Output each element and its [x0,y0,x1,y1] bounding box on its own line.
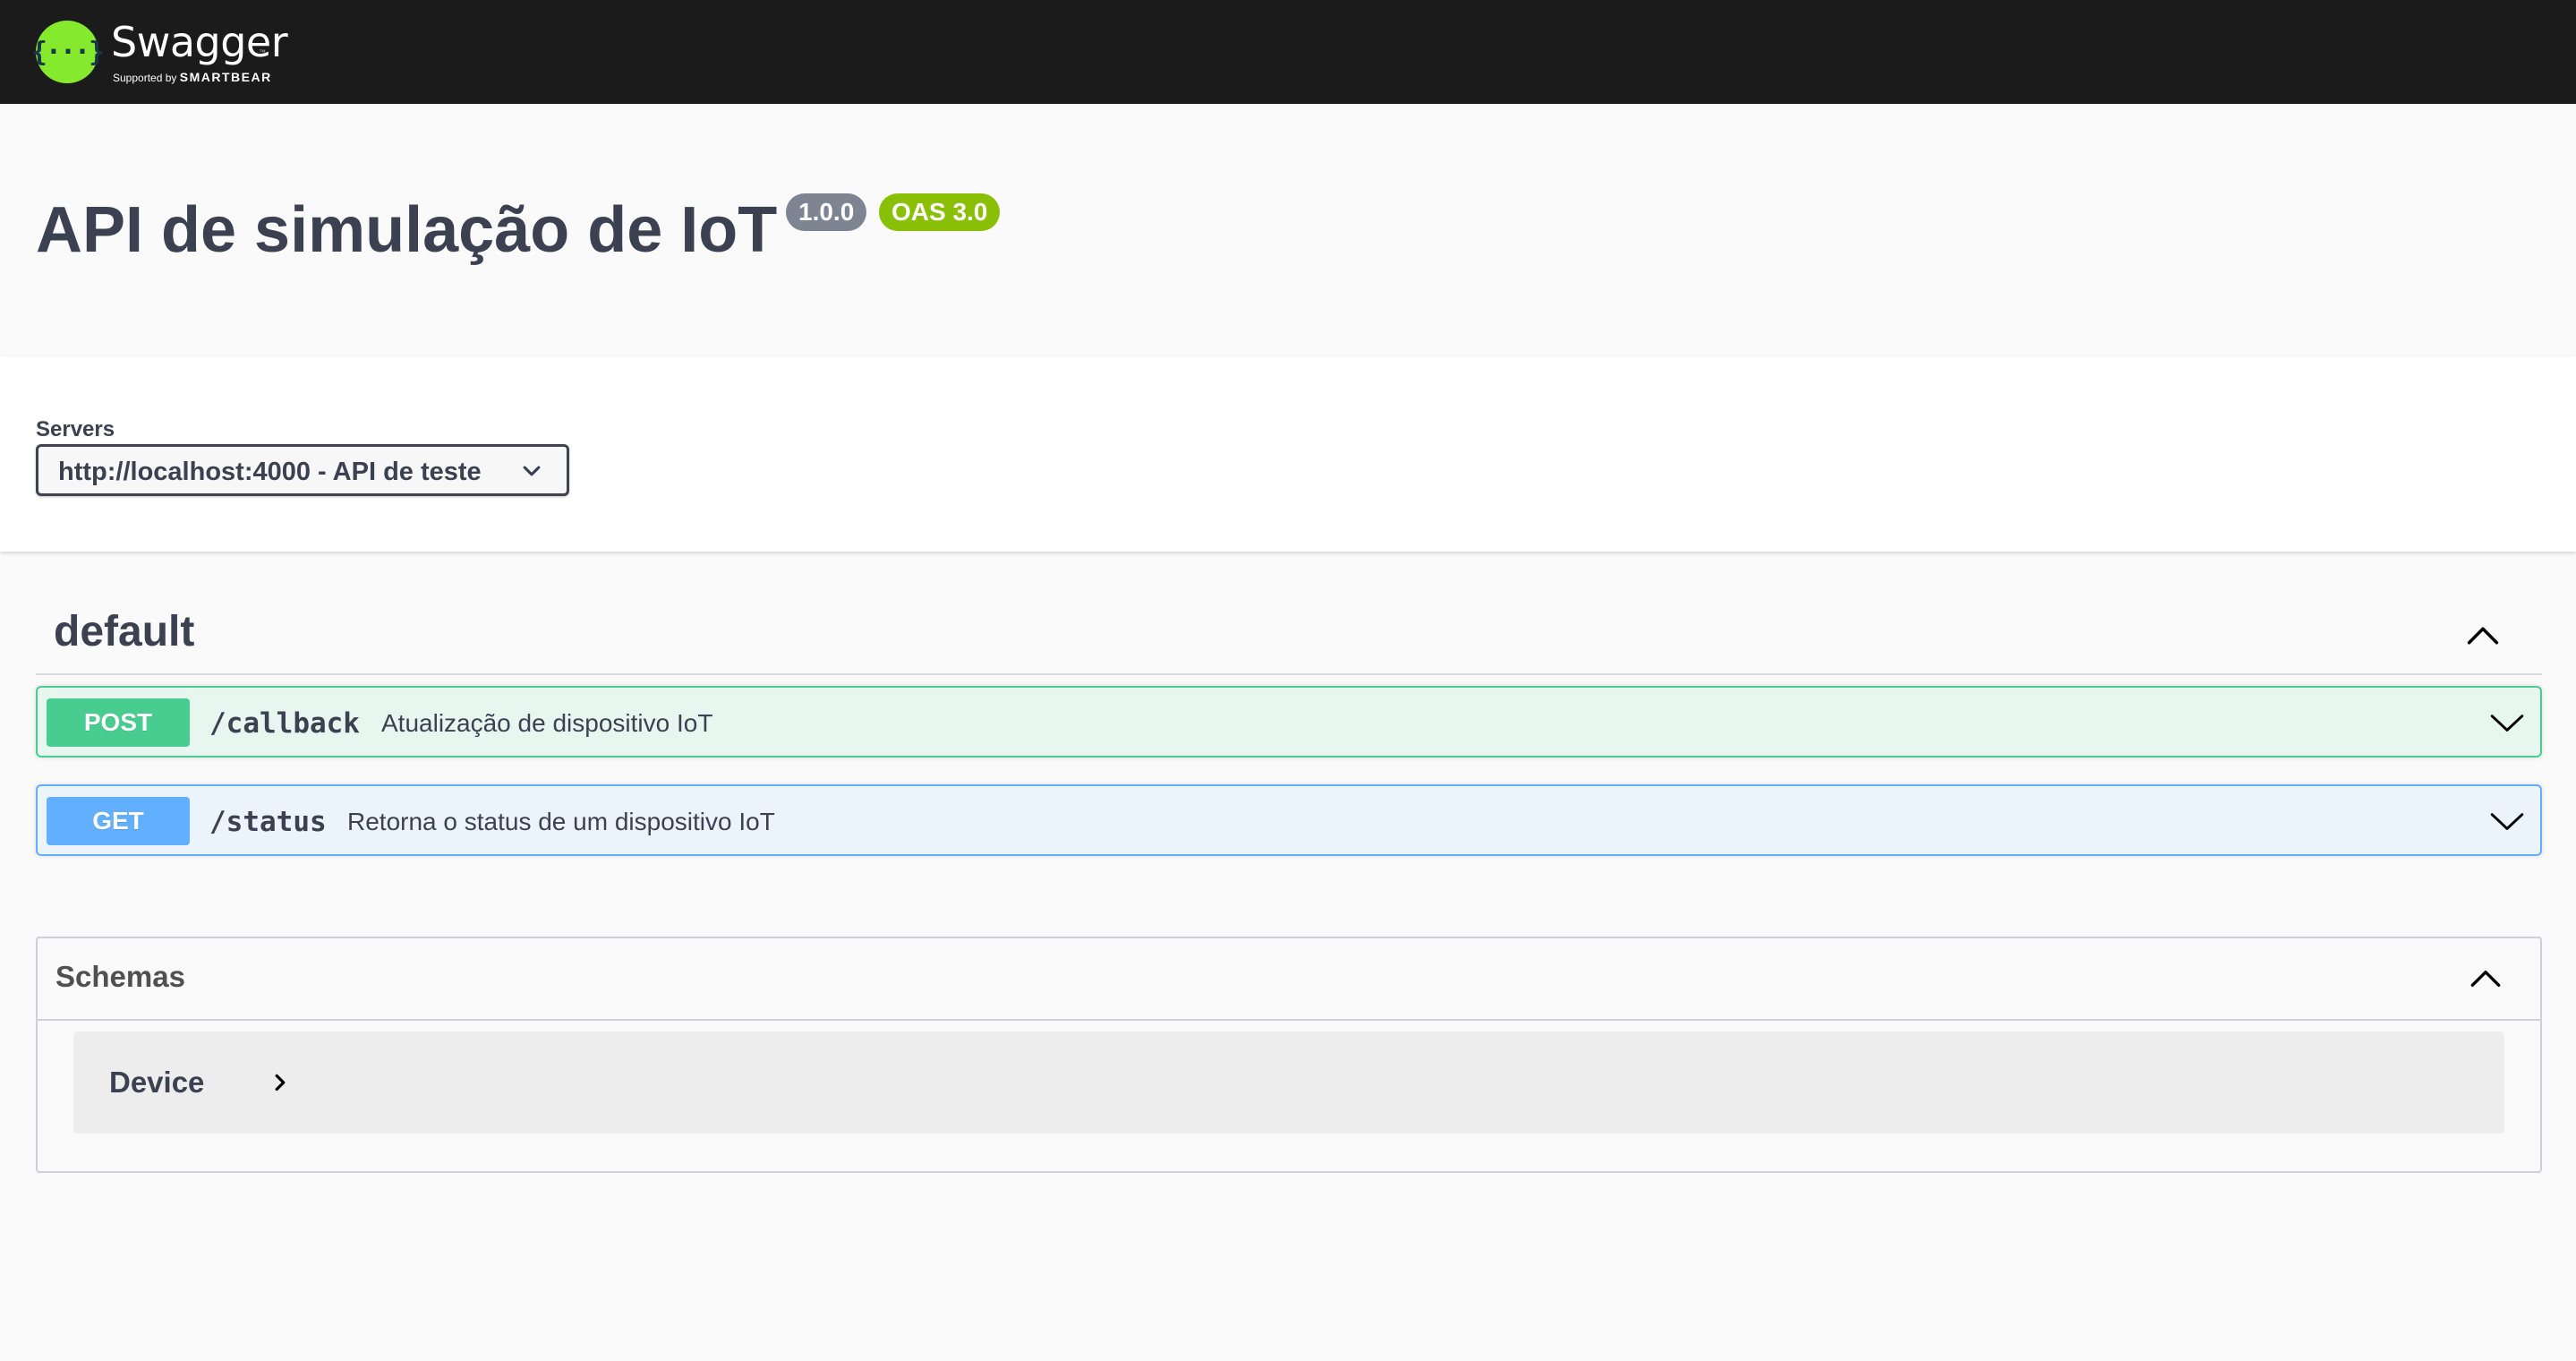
chevron-up-icon[interactable] [2463,616,2503,655]
server-select-value: http://localhost:4000 - API de teste [58,458,482,486]
supported-by-text: Supported by [113,72,177,84]
chevron-right-icon[interactable] [269,1069,292,1096]
smartbear-text: SMARTBEAR [179,70,272,84]
logo-text: Swagger ™ Supported by SMARTBEAR [111,16,299,88]
method-badge: GET [47,797,190,845]
operation-summary: Retorna o status de um dispositivo IoT [347,808,775,835]
info-section: API de simulação de IoT 1.0.0 OAS 3.0 [0,104,2576,356]
trademark: ™ [259,48,266,56]
swagger-logo-icon: {···} [30,21,105,83]
supported-by: Supported by SMARTBEAR [113,70,272,84]
servers-section: Servers http://localhost:4000 - API de t… [0,356,2576,552]
tag-title: default [54,608,195,655]
operation-summary: Atualização de dispositivo IoT [381,709,713,737]
chevron-down-icon[interactable] [2488,802,2526,840]
topbar: {···} Swagger ™ Supported by SMARTBEAR [0,0,2576,104]
servers-label: Servers [36,417,115,441]
chevron-up-icon[interactable] [2467,960,2504,997]
schemas-section: Schemas Device [36,937,2542,1173]
operation-path: /status [209,806,327,838]
swagger-logo[interactable]: {···} Swagger ™ Supported by SMARTBEAR [30,16,299,88]
schema-name: Device [109,1066,205,1099]
schema-device[interactable]: Device [73,1031,2504,1134]
tag-default-header[interactable]: default [36,595,2542,675]
operation-post-callback[interactable]: POST /callback Atualização de dispositiv… [36,686,2542,758]
operation-path: /callback [209,707,360,740]
brand-name: Swagger [111,18,288,66]
chevron-down-icon[interactable] [2488,704,2526,741]
method-badge: POST [47,698,190,747]
operation-get-status[interactable]: GET /status Retorna o status de um dispo… [36,784,2542,856]
api-title: API de simulação de IoT [36,194,778,266]
schemas-header[interactable]: Schemas [38,938,2540,1021]
server-select[interactable]: http://localhost:4000 - API de teste [36,444,569,496]
version-badge: 1.0.0 [786,193,867,231]
schemas-title: Schemas [55,960,185,993]
oas-badge: OAS 3.0 [879,193,1001,231]
logo-glyph: {···} [30,36,105,68]
chevron-down-icon [523,466,541,476]
